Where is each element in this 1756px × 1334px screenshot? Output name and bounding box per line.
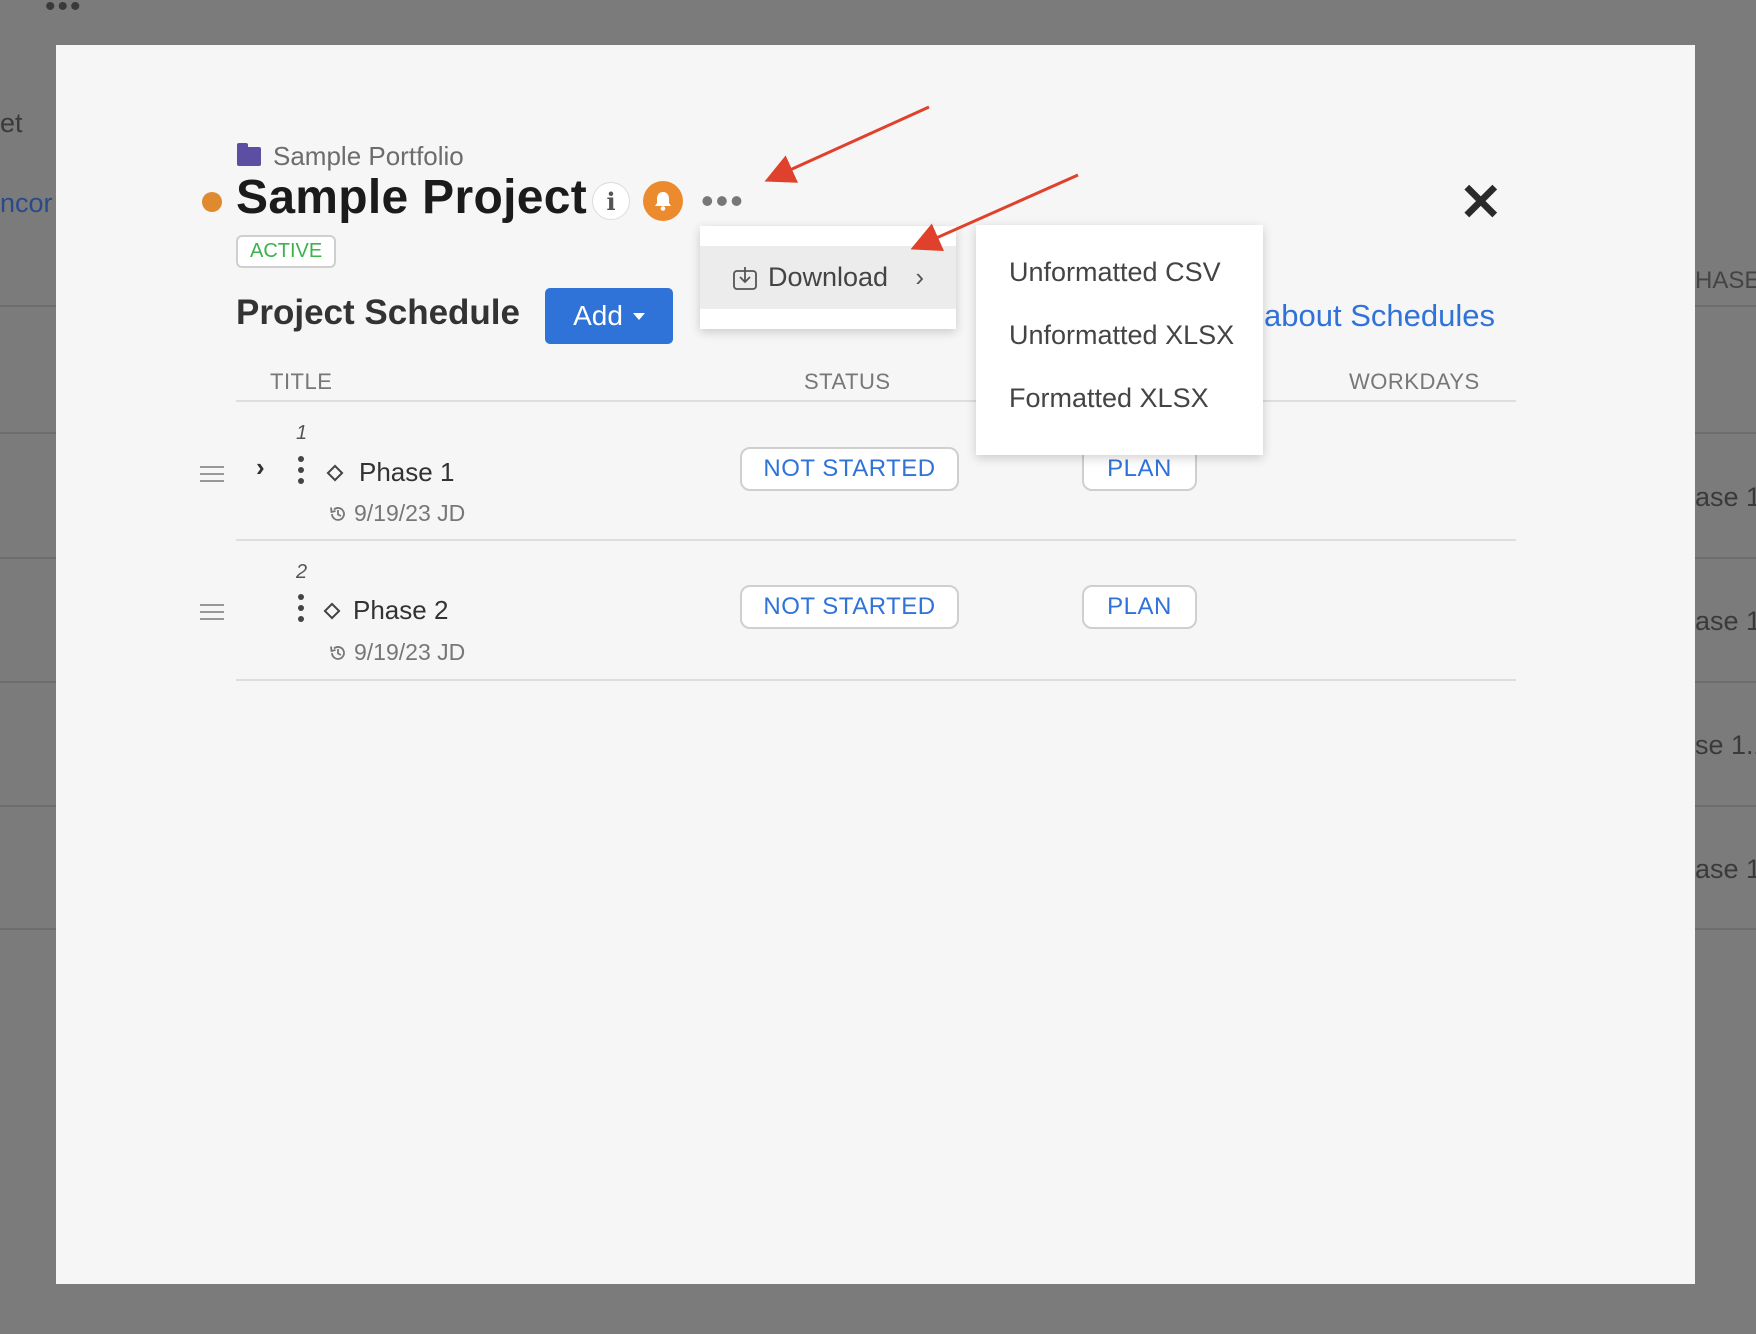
status-pill[interactable]: NOT STARTED [740, 585, 959, 629]
phase-date: 9/19/23 JD [328, 500, 465, 527]
bg-fragment: ase 1 [1695, 606, 1756, 636]
row-number: 2 [296, 561, 308, 583]
row-kebab-icon[interactable] [298, 594, 304, 622]
section-title: Project Schedule [236, 293, 520, 332]
bg-fragment: ase 1 [1695, 854, 1756, 884]
close-button[interactable]: ✕ [1459, 177, 1503, 229]
caret-down-icon [632, 312, 645, 320]
phase-name[interactable]: Phase 1 [359, 457, 454, 488]
download-submenu: Unformatted CSV Unformatted XLSX Formatt… [976, 225, 1263, 455]
chevron-right-icon: › [915, 262, 924, 292]
history-icon [330, 645, 345, 660]
portfolio-name[interactable]: Sample Portfolio [273, 141, 464, 172]
status-pill[interactable]: NOT STARTED [740, 447, 959, 491]
phase-diamond-icon [323, 602, 341, 620]
phase-date-text: 9/19/23 JD [354, 500, 466, 526]
more-options-menu: Download › [700, 226, 956, 329]
project-status-dot [202, 192, 222, 212]
row-kebab-icon[interactable] [298, 456, 304, 484]
phase-diamond-icon [326, 464, 344, 482]
bg-fragment: ncor [0, 188, 53, 218]
bg-fragment: se 1.1 [1695, 730, 1756, 760]
menu-item-unformatted-csv[interactable]: Unformatted CSV [1009, 257, 1221, 288]
status-badge: ACTIVE [236, 235, 337, 268]
row-number: 1 [296, 422, 308, 444]
info-icon[interactable]: i [592, 182, 630, 220]
phase-date: 9/19/23 JD [328, 639, 465, 666]
type-pill[interactable]: PLAN [1082, 585, 1197, 629]
bg-fragment: ase 1 [1695, 482, 1756, 512]
phase-date-text: 9/19/23 JD [354, 639, 466, 665]
menu-item-formatted-xlsx[interactable]: Formatted XLSX [1009, 383, 1209, 414]
column-header-workdays[interactable]: WORKDAYS [1349, 369, 1480, 395]
breadcrumb[interactable]: Sample Portfolio [237, 141, 464, 172]
menu-item-download[interactable]: Download › [700, 246, 956, 309]
table-row: 2 Phase 2 9/19/23 JD NOT STARTED PLAN [56, 541, 1695, 680]
folder-icon [237, 143, 261, 166]
column-header-title[interactable]: TITLE [270, 369, 332, 395]
bell-icon[interactable] [643, 181, 683, 221]
learn-about-schedules-link[interactable]: about Schedules [1264, 298, 1495, 334]
bg-fragment: et [0, 108, 23, 138]
download-icon [733, 266, 757, 290]
drag-handle-icon[interactable] [200, 604, 224, 620]
drag-handle-icon[interactable] [200, 466, 224, 482]
menu-item-unformatted-xlsx[interactable]: Unformatted XLSX [1009, 320, 1234, 351]
more-options-button[interactable]: ••• [701, 183, 745, 219]
history-icon [330, 506, 345, 521]
add-button-label: Add [573, 300, 623, 331]
bg-fragment: HASE [1695, 267, 1756, 294]
expand-chevron-icon[interactable]: › [256, 452, 265, 483]
column-header-status[interactable]: STATUS [804, 369, 891, 395]
phase-name[interactable]: Phase 2 [353, 595, 448, 626]
top-more-icon: ••• [45, 0, 83, 23]
page-title: Sample Project [236, 171, 588, 224]
menu-item-label: Download [768, 262, 889, 292]
add-button[interactable]: Add [545, 288, 673, 344]
